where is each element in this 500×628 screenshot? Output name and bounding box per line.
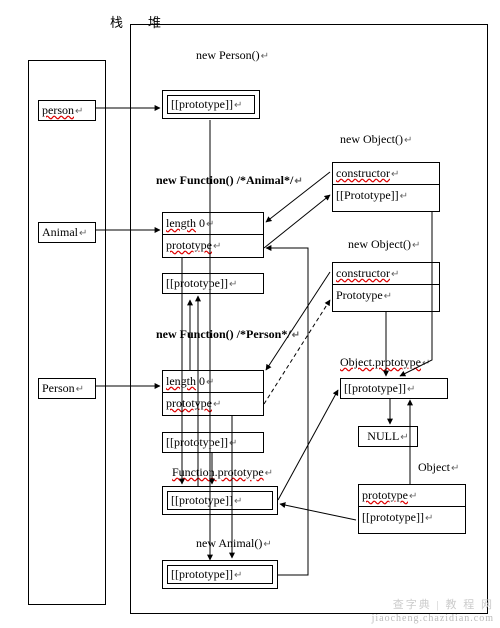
person-internal-proto: [[prototype]] bbox=[162, 432, 264, 453]
function-prototype-inner: [[prototype]] bbox=[167, 491, 273, 510]
new-object-1-box: constructor [[Prototype]] bbox=[332, 162, 440, 212]
object-prototype-box: [[prototype]] bbox=[340, 378, 448, 399]
person-instance-proto: [[prototype]] bbox=[167, 95, 255, 114]
object-prototype-prop: prototype bbox=[359, 485, 465, 507]
obj2-constructor: constructor bbox=[333, 263, 439, 285]
new-object-2-heading: new Object() bbox=[348, 237, 420, 252]
null-box: NULL bbox=[358, 426, 418, 447]
new-person-heading: new Person() bbox=[196, 48, 269, 63]
obj1-proto: [[Prototype]] bbox=[333, 185, 439, 206]
new-func-animal-heading: new Function() /*Animal*/ bbox=[156, 173, 303, 188]
new-animal-heading: new Animal() bbox=[196, 536, 272, 551]
object-prototype-heading: Object.prototype bbox=[340, 355, 430, 370]
new-object-1-heading: new Object() bbox=[340, 132, 412, 147]
stack-var-person: person bbox=[38, 100, 96, 121]
person-length: length 0 bbox=[163, 371, 263, 393]
new-animal-inner: [[prototype]] bbox=[167, 565, 273, 584]
person-func-box: length 0 prototype bbox=[162, 370, 264, 416]
stack-var-person-ctor: Person bbox=[38, 378, 96, 399]
animal-func-box: length 0 prototype bbox=[162, 212, 264, 258]
new-animal-box: [[prototype]] bbox=[162, 560, 278, 589]
function-prototype-heading: Function.prototype bbox=[172, 465, 273, 480]
object-internal-proto: [[prototype]] bbox=[359, 507, 465, 528]
object-box: prototype [[prototype]] bbox=[358, 484, 466, 534]
stack-label: 栈 bbox=[110, 12, 123, 31]
watermark-line1: 查字典 | 教 程 网 bbox=[393, 596, 494, 612]
watermark-line2: jiaocheng.chazidian.com bbox=[372, 613, 494, 624]
obj1-constructor: constructor bbox=[333, 163, 439, 185]
object-heading: Object bbox=[418, 460, 459, 475]
function-prototype-box: [[prototype]] bbox=[162, 486, 278, 515]
animal-prototype-prop: prototype bbox=[163, 235, 263, 256]
stack-column bbox=[28, 60, 106, 605]
person-instance-box: [[prototype]] bbox=[162, 90, 260, 119]
person-prototype-prop: prototype bbox=[163, 393, 263, 414]
obj2-prototype: Prototype bbox=[333, 285, 439, 306]
animal-internal-proto: [[prototype]] bbox=[162, 273, 264, 294]
animal-length: length 0 bbox=[163, 213, 263, 235]
stack-var-animal: Animal bbox=[38, 222, 96, 243]
new-object-2-box: constructor Prototype bbox=[332, 262, 440, 312]
new-func-person-heading: new Function() /*Person*/ bbox=[156, 327, 300, 342]
